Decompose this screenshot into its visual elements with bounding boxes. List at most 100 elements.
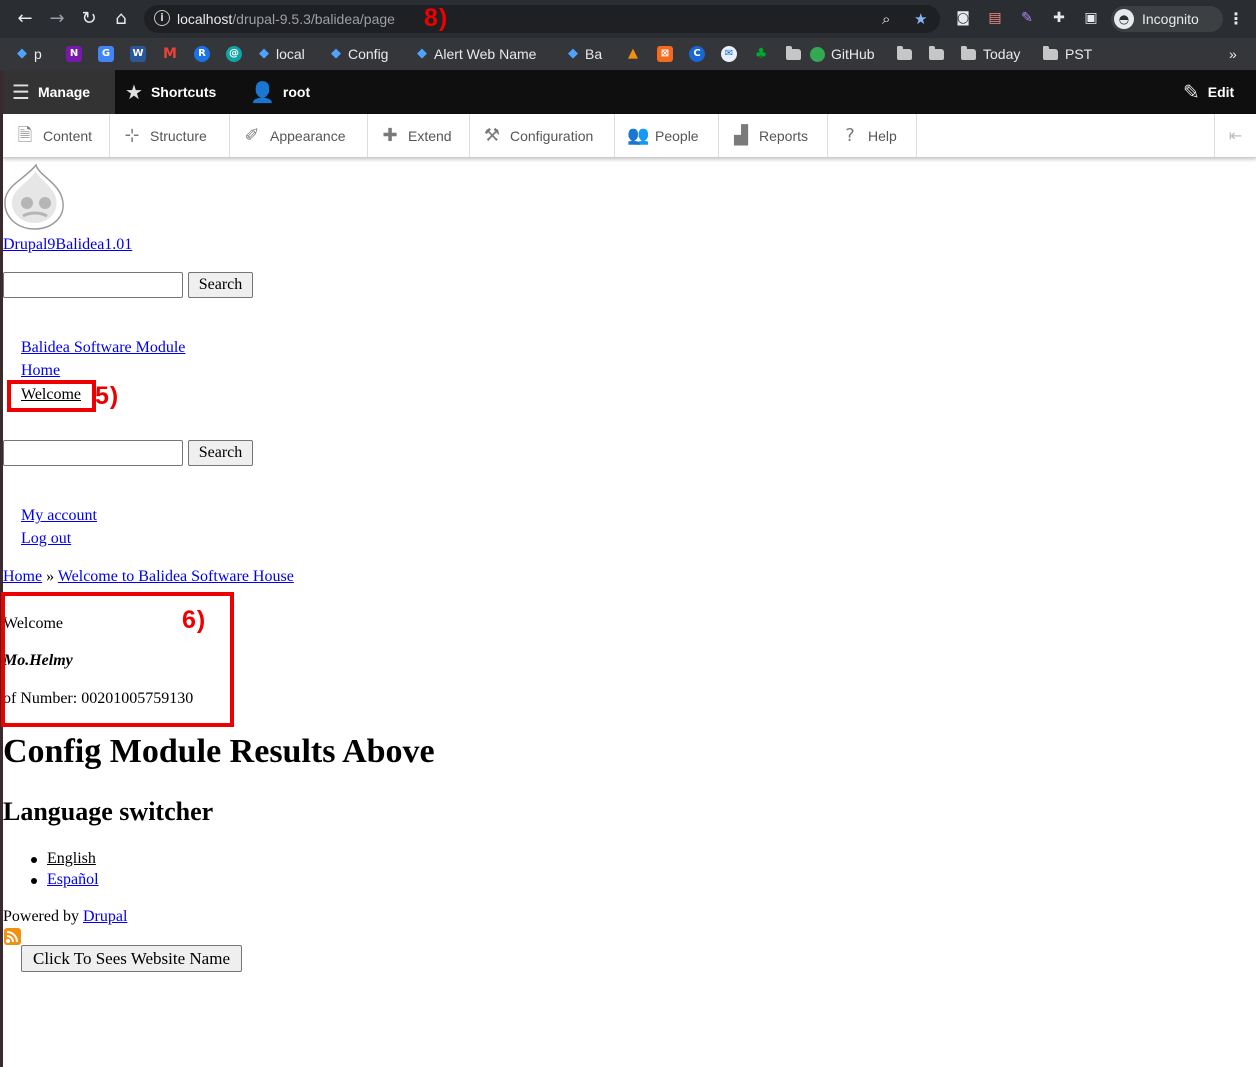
search-input-top[interactable] bbox=[3, 272, 183, 298]
window-edge bbox=[0, 0, 3, 1067]
tray-item-content[interactable]: 🗎 Content bbox=[3, 114, 110, 157]
bookmark-site-c[interactable]: C bbox=[689, 43, 711, 65]
c-icon: C bbox=[689, 46, 705, 62]
forward-icon[interactable]: → bbox=[46, 8, 68, 30]
search-button-top[interactable]: Search bbox=[188, 272, 253, 298]
spiral-icon: @ bbox=[226, 46, 242, 62]
stripes-icon: ▲ bbox=[628, 46, 638, 61]
toolbar-manage[interactable]: ☰ Manage bbox=[3, 70, 115, 114]
tray-item-reports[interactable]: ▟ Reports bbox=[719, 114, 828, 157]
bookmark-folder-1[interactable] bbox=[786, 43, 808, 65]
toolbar-user[interactable]: 👤 root bbox=[250, 70, 310, 114]
powered-by-drupal-link[interactable]: Drupal bbox=[83, 908, 127, 925]
word-icon: W bbox=[130, 46, 146, 62]
bookmark-word[interactable]: W bbox=[130, 43, 152, 65]
tray-item-appearance[interactable]: ✐ Appearance bbox=[230, 114, 368, 157]
drupal-drop-icon: ◆ bbox=[417, 46, 427, 61]
search-button-second[interactable]: Search bbox=[188, 440, 253, 466]
bookmark-star-icon[interactable]: ★ bbox=[914, 9, 927, 29]
bookmark-gmail[interactable]: M bbox=[162, 43, 184, 65]
powered-by-text: Powered by bbox=[3, 908, 83, 925]
hamburger-icon: ☰ bbox=[12, 80, 30, 104]
browser-menu-icon[interactable]: ⋮ bbox=[1228, 8, 1244, 30]
bookmark-github[interactable]: GitHub bbox=[810, 43, 875, 65]
tray-orientation-toggle-icon[interactable]: ⇤ bbox=[1214, 114, 1256, 157]
bookmark-site-spiral[interactable]: @ bbox=[226, 43, 248, 65]
file-icon: 🗎 bbox=[17, 124, 33, 146]
extensions-puzzle-icon[interactable]: ✚ bbox=[1050, 9, 1068, 27]
green-dot-icon bbox=[810, 46, 825, 62]
bookmarks-bar: ◆ p N G W M R @ ◆ local ◆ Config ◆ Alert Web… bbox=[0, 38, 1256, 70]
url-text[interactable]: localhost/drupal-9.5.3/balidea/page bbox=[177, 10, 395, 28]
tray-item-structure[interactable]: ⊹ Structure bbox=[110, 114, 230, 157]
tray-item-help[interactable]: ? Help bbox=[828, 114, 917, 157]
site-name-link[interactable]: Drupal9Balidea1.01 bbox=[3, 236, 132, 254]
help-icon: ? bbox=[845, 124, 855, 146]
incognito-badge[interactable]: ◓ Incognito bbox=[1111, 6, 1223, 32]
zoom-icon[interactable]: ⌕ bbox=[882, 9, 890, 29]
list-bullet bbox=[31, 857, 37, 863]
account-link-my-account[interactable]: My account bbox=[21, 507, 97, 525]
puzzle-icon: ✚ bbox=[382, 124, 398, 146]
bookmark-site-orange[interactable]: ⊠ bbox=[657, 43, 679, 65]
pencil-icon: ✎ bbox=[1183, 80, 1200, 104]
drupal-drop-icon: ◆ bbox=[259, 46, 269, 61]
folder-icon bbox=[929, 45, 944, 60]
bookmark-translate[interactable]: G bbox=[98, 43, 120, 65]
language-link-english[interactable]: English bbox=[47, 850, 96, 868]
bookmark-site-stripes[interactable]: ▲ bbox=[625, 43, 647, 65]
bookmark-folder-3[interactable] bbox=[929, 43, 951, 65]
site-info-icon[interactable]: i bbox=[154, 10, 170, 26]
toolbar-manage-label: Manage bbox=[37, 84, 91, 100]
bookmark-site-mail[interactable]: ✉ bbox=[721, 43, 743, 65]
search-input-second[interactable] bbox=[3, 440, 183, 466]
address-bar[interactable]: i localhost/drupal-9.5.3/balidea/page ⌕ … bbox=[144, 5, 940, 33]
tray-item-people[interactable]: 👥 People bbox=[615, 114, 719, 157]
home-icon[interactable]: ⌂ bbox=[110, 8, 132, 30]
breadcrumb-current[interactable]: Welcome to Balidea Software House bbox=[58, 568, 294, 585]
bookmark-p[interactable]: ◆ p bbox=[16, 43, 42, 65]
bookmark-config[interactable]: ◆ Config bbox=[330, 43, 388, 65]
powered-by: Powered by Drupal bbox=[3, 908, 127, 926]
toolbar-shortcuts[interactable]: ★ Shortcuts bbox=[125, 70, 216, 114]
orange-square-icon: ⊠ bbox=[657, 46, 673, 62]
bookmark-ba[interactable]: ◆ Ba bbox=[567, 43, 602, 65]
bookmark-evernote[interactable]: ♣ bbox=[753, 43, 775, 65]
drupal-logo[interactable] bbox=[3, 163, 67, 231]
bookmark-alert-web-name[interactable]: ◆ Alert Web Name bbox=[416, 43, 536, 65]
drupal-drop-icon: ◆ bbox=[568, 46, 578, 61]
folder-icon bbox=[786, 45, 801, 60]
bookmark-folder-2[interactable] bbox=[897, 43, 919, 65]
language-link-espanol[interactable]: Español bbox=[47, 871, 99, 889]
folder-icon bbox=[897, 45, 912, 60]
menu-link-balidea-software-module[interactable]: Balidea Software Module bbox=[21, 339, 185, 357]
sitemap-icon: ⊹ bbox=[124, 124, 140, 146]
tray-item-configuration[interactable]: ⚒ Configuration bbox=[470, 114, 615, 157]
bookmark-site-r[interactable]: R bbox=[194, 43, 216, 65]
toolbar-edit[interactable]: ✎ Edit bbox=[1183, 70, 1234, 114]
extension-feather-icon[interactable]: ✎ bbox=[1018, 9, 1036, 27]
reload-icon[interactable]: ↻ bbox=[78, 8, 100, 30]
bar-chart-icon: ▟ bbox=[734, 124, 748, 146]
circle-r-icon: R bbox=[194, 46, 210, 62]
extension-notes-icon[interactable]: ▤ bbox=[986, 9, 1004, 27]
list-bullet bbox=[31, 878, 37, 884]
rss-feed-icon[interactable] bbox=[4, 928, 21, 945]
bookmark-pst[interactable]: PST bbox=[1043, 43, 1092, 65]
camera-icon[interactable]: ◙ bbox=[954, 9, 972, 27]
menu-link-home[interactable]: Home bbox=[21, 362, 60, 380]
bookmark-local[interactable]: ◆ local bbox=[258, 43, 305, 65]
bookmarks-overflow[interactable]: » bbox=[1229, 43, 1237, 65]
back-icon[interactable]: ← bbox=[14, 8, 36, 30]
tray-item-extend[interactable]: ✚ Extend bbox=[368, 114, 470, 157]
toolbar-user-label: root bbox=[282, 84, 311, 100]
config-results-heading: Config Module Results Above bbox=[3, 733, 435, 770]
website-name-button[interactable]: Click To Sees Website Name bbox=[21, 945, 242, 972]
bookmark-today[interactable]: Today bbox=[961, 43, 1020, 65]
account-link-log-out[interactable]: Log out bbox=[21, 530, 71, 548]
breadcrumb-home[interactable]: Home bbox=[3, 568, 42, 585]
bookmark-onenote[interactable]: N bbox=[66, 43, 88, 65]
folder-icon bbox=[961, 45, 976, 60]
wrench-icon: ⚒ bbox=[483, 124, 501, 146]
side-panel-icon[interactable]: ▣ bbox=[1082, 9, 1100, 27]
